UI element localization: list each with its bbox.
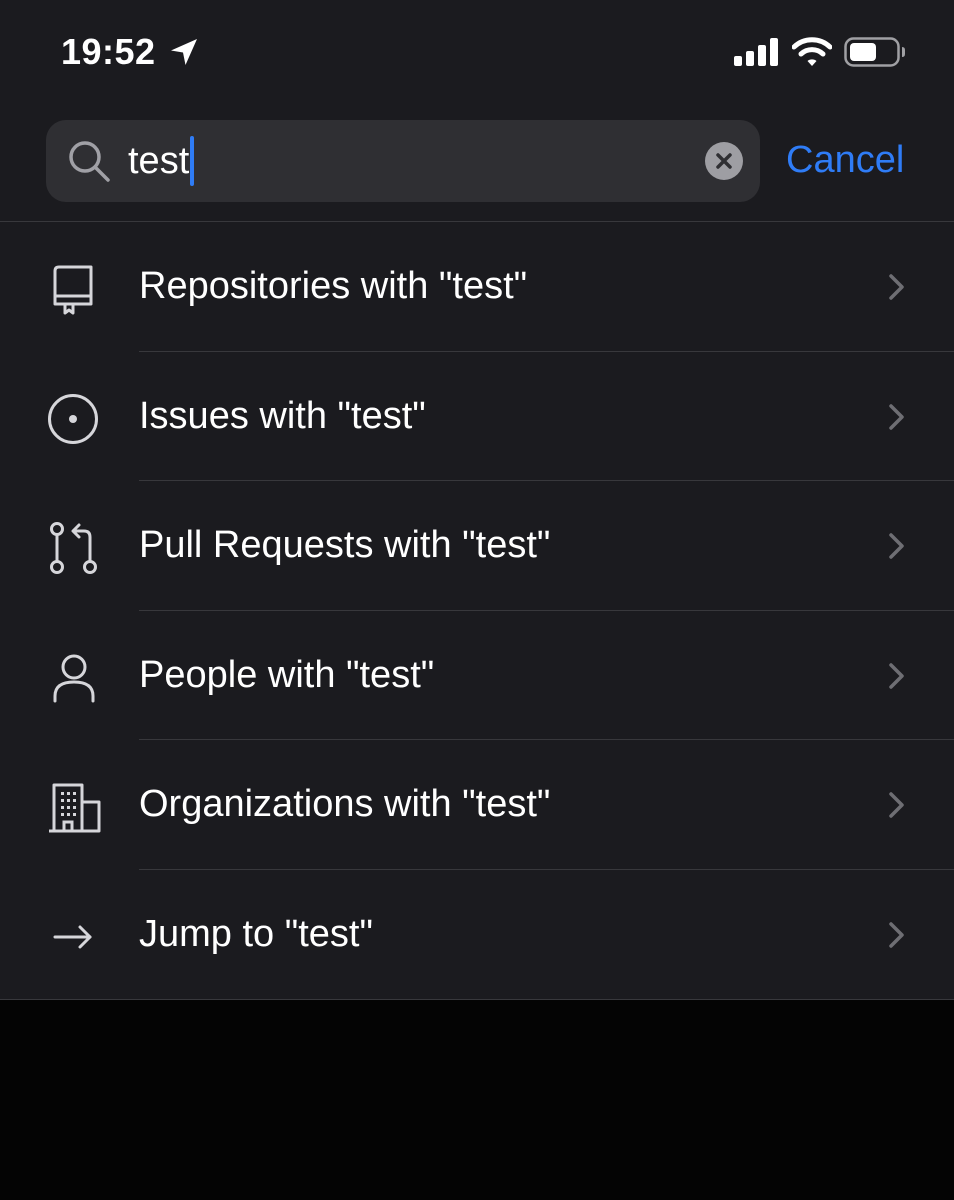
search-input[interactable]: test [128,120,195,202]
chevron-right-icon [889,274,904,300]
chevron-right-icon [889,921,904,948]
person-icon [53,654,95,702]
clear-search-icon[interactable] [704,141,744,181]
battery-icon [844,37,905,67]
wifi-icon [792,37,832,66]
status-time: 19:52 [61,31,156,72]
list-item-label: Jump to "test" [139,912,373,955]
chevron-right-icon [889,662,904,689]
search-input-value: test [128,140,190,182]
search-icon [69,141,110,182]
list-item-jump-to[interactable]: Jump to "test" [0,870,954,1000]
list-item-organizations[interactable]: Organizations with "test" [0,740,954,870]
pull-request-icon [50,522,97,574]
search-results-list: Repositories with "test" Issues with "te… [0,222,954,1000]
search-field[interactable]: test [46,120,760,202]
list-item-pull-requests[interactable]: Pull Requests with "test" [0,481,954,611]
header: 19:52 test Cancel [0,0,954,222]
list-item-label: Organizations with "test" [139,783,551,825]
cellular-signal-icon [734,38,778,66]
list-item-label: People with "test" [139,653,435,696]
location-arrow-icon [171,39,197,65]
chevron-right-icon [889,403,904,430]
arrow-right-icon [53,925,92,948]
chevron-right-icon [889,533,904,559]
cancel-button[interactable]: Cancel [786,136,904,184]
list-item-issues[interactable]: Issues with "test" [0,352,954,481]
list-item-label: Repositories with "test" [139,265,528,307]
screen: 19:52 test Cancel Repositories with "tes… [0,0,954,1200]
text-cursor [190,136,195,186]
organization-icon [49,783,101,833]
list-item-label: Pull Requests with "test" [139,524,551,566]
list-item-repositories[interactable]: Repositories with "test" [0,222,954,352]
status-bar: 19:52 [0,0,954,100]
repository-icon [53,265,93,315]
chevron-right-icon [889,792,904,818]
list-item-label: Issues with "test" [139,394,426,437]
issue-icon [48,393,98,444]
list-item-people[interactable]: People with "test" [0,611,954,740]
